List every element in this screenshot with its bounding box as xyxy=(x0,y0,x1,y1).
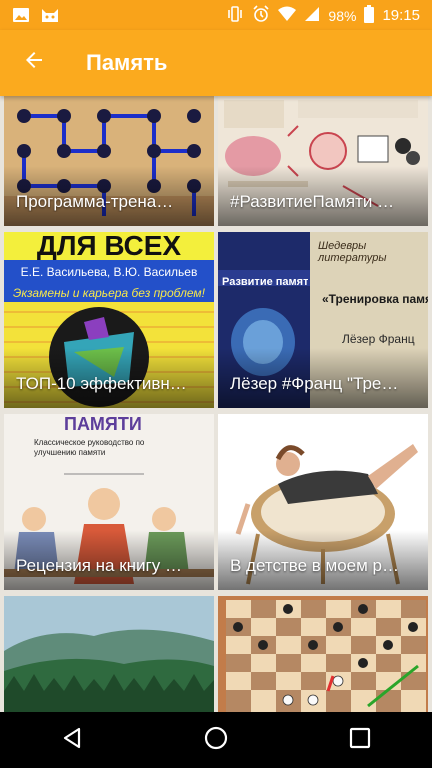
card-program-trainer[interactable]: Программа-трена… xyxy=(4,96,214,226)
clock: 19:15 xyxy=(382,7,420,24)
alarm-icon xyxy=(252,5,270,26)
status-bar: 98% 19:15 xyxy=(0,0,432,30)
card-caption: Лёзер #Франц "Тре… xyxy=(230,374,399,393)
card-chess[interactable] xyxy=(218,596,428,712)
cover-label: Развитие памяти xyxy=(222,276,308,288)
chess-board-image xyxy=(218,596,428,712)
nav-recents-button[interactable] xyxy=(330,717,390,763)
card-caption: ТОП-10 эффективн… xyxy=(16,374,187,393)
card-caption: Рецензия на книгу … xyxy=(16,556,182,575)
card-childhood[interactable]: В детстве в моем р… xyxy=(218,414,428,590)
cover-subtitle: Классическое руководство по улучшению па… xyxy=(34,438,145,457)
vibrate-icon xyxy=(226,5,244,26)
image-icon xyxy=(12,6,30,29)
cat-icon xyxy=(40,6,60,29)
recents-square-icon xyxy=(349,727,371,754)
card-top-10[interactable]: ДЛЯ ВСЕХ Е.Е. Васильева, В.Ю. Васильев Э… xyxy=(4,232,214,408)
nav-back-button[interactable] xyxy=(42,717,102,763)
forest-landscape-image xyxy=(4,596,214,712)
cover-title: ПАМЯТИ xyxy=(64,414,142,434)
home-circle-icon xyxy=(204,726,228,755)
battery-text: 98% xyxy=(328,7,357,24)
cover-title: ДЛЯ ВСЕХ xyxy=(4,232,214,260)
page-title: Память xyxy=(86,50,168,75)
card-caption: #РазвитиеПамяти … xyxy=(230,192,395,211)
back-button[interactable] xyxy=(14,42,54,82)
nav-home-button[interactable] xyxy=(186,717,246,763)
wifi-icon xyxy=(278,6,297,25)
arrow-back-icon xyxy=(22,48,46,77)
card-landscape[interactable] xyxy=(4,596,214,712)
cover-book-title: «Тренировка памят xyxy=(322,292,428,306)
back-triangle-icon xyxy=(61,727,83,754)
card-caption: Программа-трена… xyxy=(16,192,174,211)
signal-icon xyxy=(304,6,320,25)
card-lezer-franz[interactable]: Развитие памяти Шедевры литературы «Трен… xyxy=(218,232,428,408)
cover-subtitle: Экзамены и карьера без проблем! xyxy=(4,284,214,302)
cover-author: Лёзер Франц xyxy=(342,332,415,346)
card-book-review[interactable]: ПАМЯТИ Классическое руководство по улучш… xyxy=(4,414,214,590)
card-caption: В детстве в моем р… xyxy=(230,556,399,575)
cover-authors: Е.Е. Васильева, В.Ю. Васильев xyxy=(4,260,214,284)
app-bar: Память xyxy=(0,30,432,96)
memory-card-grid: Программа-трена… #РазвитиеПамяти … ДЛЯ В… xyxy=(0,96,432,712)
cover-series: Шедевры литературы xyxy=(318,240,387,264)
battery-icon xyxy=(364,5,375,26)
navigation-bar xyxy=(0,712,432,768)
card-memory-development[interactable]: #РазвитиеПамяти … xyxy=(218,96,428,226)
